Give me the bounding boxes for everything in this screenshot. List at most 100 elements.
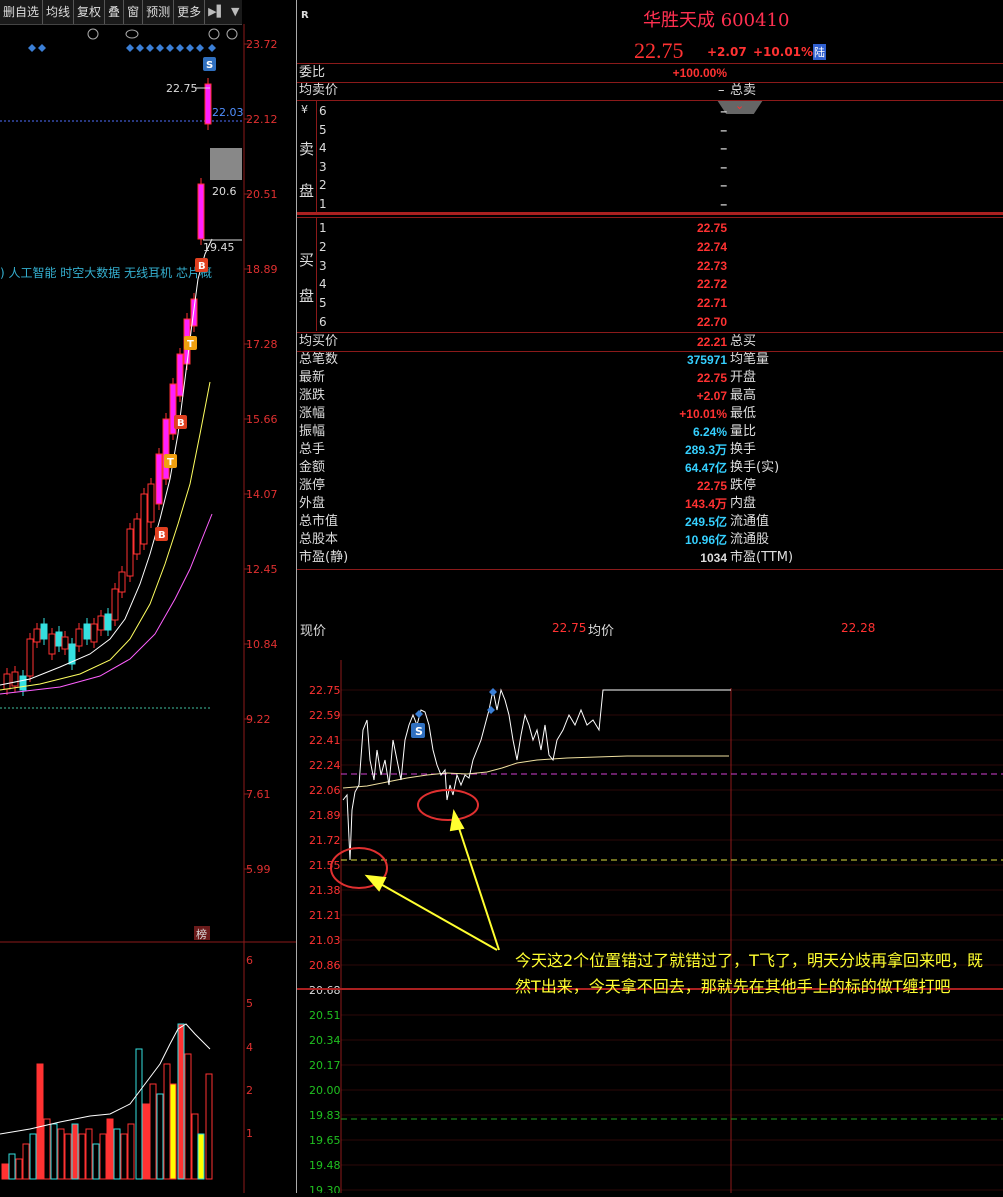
intraday-axis-tick: 20.68 <box>309 984 341 997</box>
book-price: – <box>720 104 727 118</box>
stat-row: 均买价 22.21 总买 <box>297 333 1003 351</box>
volume-bar <box>135 1048 143 1180</box>
trade-signal-label: B <box>198 261 206 272</box>
signal-diamond <box>415 710 423 718</box>
stat-label: 最新 <box>299 370 326 385</box>
high-marker: 22.03 <box>212 106 244 119</box>
book-level: 3 <box>319 258 327 273</box>
zoom-in-icon[interactable] <box>208 28 220 40</box>
eye-icon[interactable] <box>125 29 139 39</box>
r-flag: R <box>301 10 309 21</box>
stat-label: 外盘 <box>299 496 326 511</box>
intraday-axis-tick: 22.75 <box>309 684 341 697</box>
volume-bar <box>120 1133 128 1180</box>
stat-row: 涨跌 +2.07 最高 <box>297 387 1003 405</box>
dropdown-icon[interactable]: ▼ <box>228 0 242 24</box>
avg-sell-label: 均卖价 <box>299 83 339 98</box>
volume-bar <box>197 1133 205 1180</box>
book-price: 22.73 <box>696 258 727 273</box>
price-axis-tick: 10.84 <box>246 638 278 651</box>
volume-bar <box>22 1143 30 1180</box>
stat-right-label: 流通股 <box>730 532 770 547</box>
toolbar-ma[interactable]: 均线 <box>43 0 75 24</box>
stat-right-label: 换手(实) <box>730 460 780 475</box>
book-row[interactable]: 4 22.72 <box>297 275 1003 293</box>
intraday-axis-tick: 21.03 <box>309 934 341 947</box>
stat-value: 143.4万 <box>684 497 727 511</box>
expand-icon[interactable]: ▶▌ <box>205 0 228 24</box>
trade-signal-label: T <box>187 339 194 350</box>
book-price: – <box>720 178 727 192</box>
trade-signal-label: T <box>167 457 174 468</box>
book-level: 6 <box>319 315 327 329</box>
candle <box>33 628 41 643</box>
book-row[interactable]: 5 22.71 <box>297 294 1003 312</box>
stat-row: 最新 22.75 开盘 <box>297 369 1003 387</box>
concept-tags[interactable]: ) 人工智能 时空大数据 无线耳机 芯片概 <box>0 265 212 280</box>
stat-right-label: 跌停 <box>730 478 757 493</box>
book-row[interactable]: 6 22.70 <box>297 313 1003 331</box>
volume-bar <box>113 1128 121 1180</box>
toolbar-forecast[interactable]: 预测 <box>143 0 175 24</box>
toolbar-adjust[interactable]: 复权 <box>74 0 106 24</box>
book-row[interactable]: 1– <box>297 195 1003 213</box>
candle <box>90 623 98 643</box>
toolbar-more[interactable]: 更多 <box>174 0 206 24</box>
stat-value: 22.75 <box>696 371 727 385</box>
settings-icon[interactable] <box>87 28 99 40</box>
book-row[interactable]: 3 22.73 <box>297 257 1003 275</box>
zoom-out-icon[interactable] <box>226 28 238 40</box>
book-row[interactable]: 6– <box>297 102 1003 120</box>
candle <box>162 418 170 480</box>
low-marker: 19.45 <box>203 241 235 254</box>
stat-label: 振幅 <box>299 424 326 439</box>
stat-row: 总手 289.3万 换手 <box>297 441 1003 459</box>
volume-bar <box>92 1143 100 1180</box>
intraday-axis-tick: 21.55 <box>309 859 341 872</box>
book-level: 1 <box>319 221 327 235</box>
book-row[interactable]: 4– <box>297 139 1003 157</box>
stat-right-label: 均笔量 <box>730 352 770 367</box>
stat-value: 289.3万 <box>684 443 727 457</box>
stat-value: 64.47亿 <box>684 461 727 475</box>
intraday-price-axis: 22.75 22.59 22.41 22.24 22.06 21.89 21.72 21.55… <box>309 684 1003 1193</box>
price-axis-tick: 12.45 <box>246 563 278 576</box>
stat-right-label: 总买 <box>730 334 757 349</box>
candle <box>11 671 19 687</box>
intraday-chart[interactable]: 现价 22.75 均价 22.28 22.75 22.59 22.41 22.24 22… <box>297 600 1003 1193</box>
stat-row: 总市值 249.5亿 流通值 <box>297 513 1003 531</box>
stat-value: 1034 <box>700 551 727 565</box>
price-pct: +10.01% <box>753 45 814 59</box>
book-row[interactable]: 3– <box>297 158 1003 176</box>
book-row[interactable]: 2– <box>297 176 1003 194</box>
kline-chart[interactable]: 23.72 22.12 20.51 18.89 17.28 15.66 14.07 12.45… <box>0 24 296 1193</box>
toolbar-delete-watchlist[interactable]: 删自选 <box>0 0 44 24</box>
chart-icons-row <box>87 28 238 40</box>
book-row[interactable]: 1 22.75 <box>297 219 1003 237</box>
stat-label: 市盈(静) <box>299 550 349 565</box>
price-marker: 22.75 <box>166 82 210 95</box>
stat-row: 涨幅 +10.01% 最低 <box>297 405 1003 423</box>
book-level: 6 <box>319 104 327 118</box>
stat-row: 外盘 143.4万 内盘 <box>297 495 1003 513</box>
book-level: 4 <box>319 141 327 155</box>
stat-label: 涨停 <box>299 478 326 493</box>
book-row[interactable]: 5– <box>297 121 1003 139</box>
book-price: – <box>720 196 727 211</box>
avg-price-line <box>342 755 729 789</box>
candle <box>55 631 63 647</box>
intraday-axis-tick: 21.21 <box>309 909 341 922</box>
stat-row: 市盈(静) 1034 市盈(TTM) <box>297 549 1003 567</box>
quote-panel: R 华胜天成 600410 22.75 +2.07 +10.01% 陆 委比 +… <box>297 0 1003 600</box>
toolbar-window[interactable]: 窗 <box>124 0 144 24</box>
last-price: 22.75 <box>634 38 684 63</box>
book-price: 22.75 <box>696 221 727 235</box>
volume-bar <box>99 1133 107 1180</box>
book-level: 2 <box>319 178 327 192</box>
book-level: 5 <box>319 122 327 137</box>
volume-bar <box>43 1118 51 1180</box>
stat-right-label: 开盘 <box>730 370 757 385</box>
intraday-axis-tick: 22.59 <box>309 709 341 722</box>
toolbar-overlay[interactable]: 叠 <box>105 0 125 24</box>
book-row[interactable]: 2 22.74 <box>297 238 1003 256</box>
